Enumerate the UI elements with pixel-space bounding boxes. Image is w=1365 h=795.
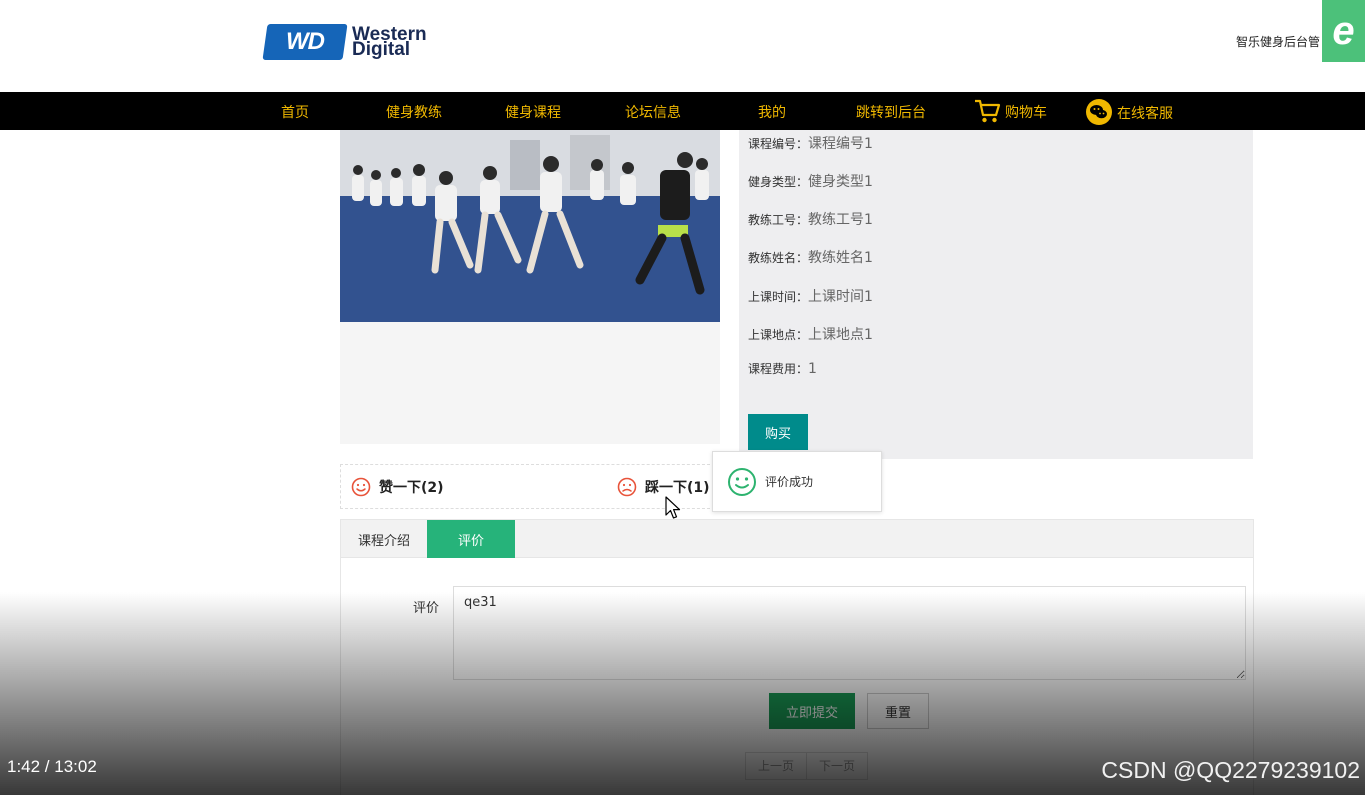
prev-page-button[interactable]: 上一页 bbox=[746, 753, 808, 779]
success-toast: 评价成功 bbox=[712, 451, 882, 512]
smile-icon bbox=[351, 477, 371, 497]
dislike-label: 踩一下(1) bbox=[645, 480, 710, 496]
field-fitness-type: 健身类型：健身类型1 bbox=[748, 171, 873, 191]
field-label: 课程编号： bbox=[748, 137, 809, 151]
site-logo[interactable]: WD Western Digital bbox=[262, 24, 427, 60]
review-label: 评价 bbox=[413, 601, 440, 616]
header: WD Western Digital 智乐健身后台管 e bbox=[0, 0, 1365, 92]
like-label: 赞一下(2) bbox=[379, 480, 444, 496]
field-value: 健身类型1 bbox=[808, 174, 873, 190]
field-class-location: 上课地点：上课地点1 bbox=[748, 324, 873, 344]
field-course-fee: 课程费用：1 bbox=[748, 360, 817, 377]
field-label: 课程费用： bbox=[748, 362, 809, 376]
field-class-time: 上课时间：上课时间1 bbox=[748, 286, 873, 306]
browser-e-icon[interactable]: e bbox=[1322, 0, 1365, 62]
tab-review[interactable]: 评价 bbox=[427, 520, 515, 558]
field-value: 上课时间1 bbox=[808, 289, 873, 305]
reset-button[interactable]: 重置 bbox=[867, 693, 929, 729]
field-label: 教练姓名： bbox=[748, 251, 809, 265]
field-coach-name: 教练姓名：教练姓名1 bbox=[748, 247, 873, 267]
field-value: 教练工号1 bbox=[808, 212, 873, 228]
field-course-id: 课程编号：课程编号1 bbox=[748, 133, 873, 153]
field-value: 上课地点1 bbox=[808, 327, 873, 343]
mouse-cursor-icon bbox=[665, 496, 681, 524]
nav-item-coaches[interactable]: 健身教练 bbox=[386, 102, 442, 122]
nav-item-backend[interactable]: 跳转到后台 bbox=[856, 102, 926, 122]
field-coach-id: 教练工号：教练工号1 bbox=[748, 209, 873, 229]
video-timecode: 1:42 / 13:02 bbox=[7, 757, 97, 776]
field-label: 教练工号： bbox=[748, 213, 809, 227]
vote-box: 赞一下(2) 踩一下(1) bbox=[340, 464, 715, 509]
field-value: 教练姓名1 bbox=[808, 250, 873, 266]
dislike-button[interactable]: 踩一下(1) bbox=[617, 477, 710, 497]
main-nav: 首页 健身教练 健身课程 论坛信息 我的 跳转到后台 购物车 在线客服 bbox=[0, 92, 1365, 130]
nav-item-cart[interactable]: 购物车 bbox=[973, 98, 1047, 128]
like-button[interactable]: 赞一下(2) bbox=[351, 477, 444, 497]
field-value: 课程编号1 bbox=[808, 136, 873, 152]
next-page-button[interactable]: 下一页 bbox=[807, 753, 867, 779]
frown-icon bbox=[617, 477, 637, 497]
review-textarea[interactable]: qe31 bbox=[453, 586, 1246, 680]
cart-label: 购物车 bbox=[1005, 105, 1047, 121]
logo-mark: WD bbox=[262, 24, 348, 60]
wechat-icon bbox=[1085, 98, 1113, 130]
pager: 上一页 下一页 bbox=[745, 752, 869, 780]
nav-item-forum[interactable]: 论坛信息 bbox=[625, 102, 681, 122]
logo-words: Western Digital bbox=[352, 25, 427, 59]
nav-item-courses[interactable]: 健身课程 bbox=[505, 102, 561, 122]
toast-message: 评价成功 bbox=[765, 475, 814, 489]
course-info-panel: 课程编号：课程编号1 健身类型：健身类型1 教练工号：教练工号1 教练姓名：教练… bbox=[739, 130, 1253, 459]
field-label: 上课时间： bbox=[748, 290, 809, 304]
field-label: 健身类型： bbox=[748, 175, 809, 189]
admin-title: 智乐健身后台管 bbox=[1236, 35, 1321, 49]
course-photo bbox=[340, 130, 720, 322]
nav-item-service[interactable]: 在线客服 bbox=[1085, 98, 1173, 130]
nav-item-home[interactable]: 首页 bbox=[281, 102, 309, 122]
logo-mark-text: WD bbox=[286, 28, 324, 55]
cart-icon bbox=[973, 98, 1001, 128]
success-smile-icon bbox=[728, 467, 756, 496]
nav-item-mine[interactable]: 我的 bbox=[758, 102, 786, 122]
field-value: 1 bbox=[808, 361, 817, 377]
tabs-panel: 课程介绍 评价 评价 qe31 立即提交 重置 上一页 下一页 bbox=[340, 519, 1254, 795]
tabs-header: 课程介绍 评价 bbox=[341, 520, 1253, 558]
service-label: 在线客服 bbox=[1117, 106, 1173, 122]
field-label: 上课地点： bbox=[748, 328, 809, 342]
submit-button[interactable]: 立即提交 bbox=[769, 693, 855, 729]
tab-course-intro[interactable]: 课程介绍 bbox=[341, 520, 427, 558]
buy-button[interactable]: 购买 bbox=[748, 414, 808, 450]
page: WD Western Digital 智乐健身后台管 e 首页 健身教练 健身课… bbox=[0, 0, 1365, 795]
csdn-watermark: CSDN @QQ2279239102 bbox=[1101, 757, 1360, 783]
